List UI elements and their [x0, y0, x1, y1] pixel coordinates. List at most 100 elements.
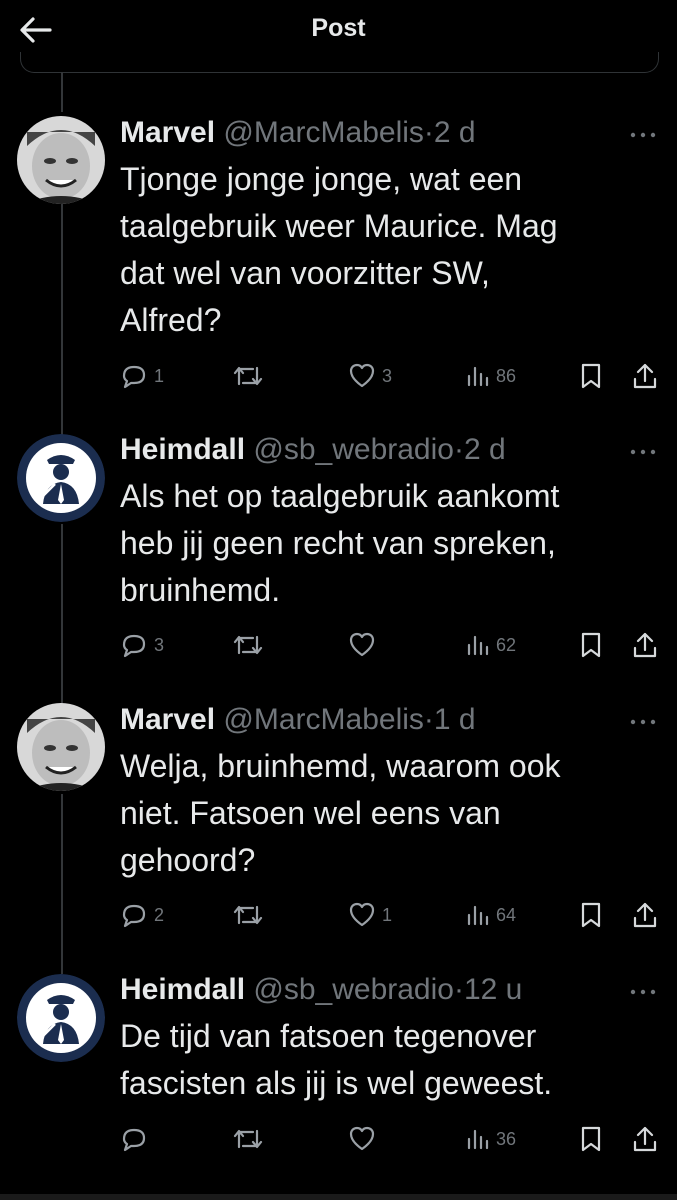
views-icon	[466, 1127, 490, 1151]
bookmark-icon	[580, 362, 602, 390]
views-icon	[466, 903, 490, 927]
share-icon	[632, 362, 658, 390]
text-line: niet. Fatsoen wel eens van	[120, 795, 501, 831]
more-dots-icon[interactable]	[626, 445, 660, 459]
more-dots-icon[interactable]	[626, 985, 660, 999]
text-line: bruinhemd.	[120, 572, 281, 608]
like-button[interactable]: 1	[348, 895, 392, 935]
share-button[interactable]	[632, 356, 658, 396]
handle[interactable]: @MarcMabelis	[223, 703, 424, 736]
bookmark-icon	[580, 631, 602, 659]
text-line: heb jij geen recht van spreken,	[120, 525, 556, 561]
bookmark-button[interactable]	[580, 895, 602, 935]
views-button[interactable]: 62	[466, 625, 516, 665]
repost-button[interactable]	[232, 1119, 264, 1159]
more-dots-icon[interactable]	[626, 128, 660, 142]
heart-icon	[348, 632, 376, 658]
share-button[interactable]	[632, 625, 658, 665]
text-line: De tijd van fatsoen tegenover	[120, 1018, 537, 1054]
action-bar: 3 62	[0, 625, 677, 665]
thread-line	[61, 794, 63, 974]
repost-button[interactable]	[232, 356, 264, 396]
text-line: Als het op taalgebruik aankomt	[120, 478, 560, 514]
like-count: 3	[382, 365, 393, 386]
bookmark-icon	[580, 1125, 602, 1153]
action-bar: 2 1 64	[0, 895, 677, 935]
share-button[interactable]	[632, 1119, 658, 1159]
reply-button[interactable]	[120, 1119, 154, 1159]
more-dots-icon[interactable]	[626, 715, 660, 729]
handle[interactable]: @MarcMabelis	[223, 116, 424, 149]
heart-icon	[348, 902, 376, 928]
text-line: Welja, bruinhemd, waarom ook	[120, 748, 561, 784]
display-name[interactable]: Heimdall	[120, 433, 245, 466]
views-icon	[466, 364, 490, 388]
heart-icon	[348, 363, 376, 389]
reply-icon	[120, 1125, 148, 1153]
separator: ·	[423, 116, 434, 149]
share-icon	[632, 1125, 658, 1153]
views-count: 36	[496, 1128, 517, 1149]
repost-button[interactable]	[232, 625, 264, 665]
action-bar: 36	[0, 1119, 677, 1159]
tweet-header: Heimdall @sb_webradio·12 u	[120, 971, 522, 1009]
tweet-text: Tjonge jonge jonge, wat een taalgebruik …	[120, 156, 650, 344]
reply-icon	[120, 901, 148, 929]
display-name[interactable]: Marvel	[120, 703, 215, 736]
like-button[interactable]	[348, 1119, 382, 1159]
handle[interactable]: @sb_webradio	[253, 433, 454, 466]
reply-button[interactable]: 2	[120, 895, 164, 935]
views-button[interactable]: 64	[466, 895, 516, 935]
timestamp[interactable]: 12 u	[464, 973, 522, 1006]
bookmark-button[interactable]	[580, 356, 602, 396]
text-line: taalgebruik weer Maurice. Mag	[120, 208, 558, 244]
reply-icon	[120, 631, 148, 659]
display-name[interactable]: Heimdall	[120, 973, 245, 1006]
bookmark-button[interactable]	[580, 625, 602, 665]
like-count: 1	[382, 904, 393, 925]
handle[interactable]: @sb_webradio	[253, 973, 454, 1006]
separator: ·	[453, 973, 464, 1006]
tweet-text: Als het op taalgebruik aankomt heb jij g…	[120, 473, 650, 614]
tweet-header: Marvel @MarcMabelis·2 d	[120, 114, 476, 152]
page-title: Post	[311, 14, 366, 42]
separator: ·	[453, 433, 464, 466]
reply-button[interactable]: 1	[120, 356, 164, 396]
reply-count: 1	[154, 365, 165, 386]
tweet-text: Welja, bruinhemd, waarom ook niet. Fatso…	[120, 743, 650, 884]
avatar[interactable]	[17, 116, 105, 204]
like-button[interactable]	[348, 625, 382, 665]
share-button[interactable]	[632, 895, 658, 935]
views-count: 62	[496, 634, 517, 655]
views-count: 64	[496, 904, 517, 925]
tweet-text: De tijd van fatsoen tegenover fascisten …	[120, 1013, 650, 1107]
thread-line	[61, 524, 63, 704]
reply-icon	[120, 362, 148, 390]
text-line: dat wel van voorzitter SW,	[120, 255, 490, 291]
repost-button[interactable]	[232, 895, 264, 935]
repost-icon	[232, 631, 264, 659]
action-bar: 1 3 86	[0, 356, 677, 396]
bookmark-button[interactable]	[580, 1119, 602, 1159]
views-icon	[466, 633, 490, 657]
bottom-divider	[0, 1194, 677, 1200]
timestamp[interactable]: 1 d	[434, 703, 476, 736]
bookmark-icon	[580, 901, 602, 929]
views-count: 86	[496, 365, 517, 386]
display-name[interactable]: Marvel	[120, 116, 215, 149]
timestamp[interactable]: 2 d	[434, 116, 476, 149]
share-icon	[632, 631, 658, 659]
text-line: fascisten als jij is wel geweest.	[120, 1065, 553, 1101]
views-button[interactable]: 36	[466, 1119, 516, 1159]
tweet-header: Heimdall @sb_webradio·2 d	[120, 431, 506, 469]
avatar[interactable]	[17, 703, 105, 791]
repost-icon	[232, 1125, 264, 1153]
views-button[interactable]: 86	[466, 356, 516, 396]
text-line: gehoord?	[120, 842, 256, 878]
reply-button[interactable]: 3	[120, 625, 164, 665]
avatar[interactable]	[17, 974, 105, 1062]
timestamp[interactable]: 2 d	[464, 433, 506, 466]
like-button[interactable]: 3	[348, 356, 392, 396]
reply-count: 2	[154, 904, 165, 925]
avatar[interactable]	[17, 434, 105, 522]
